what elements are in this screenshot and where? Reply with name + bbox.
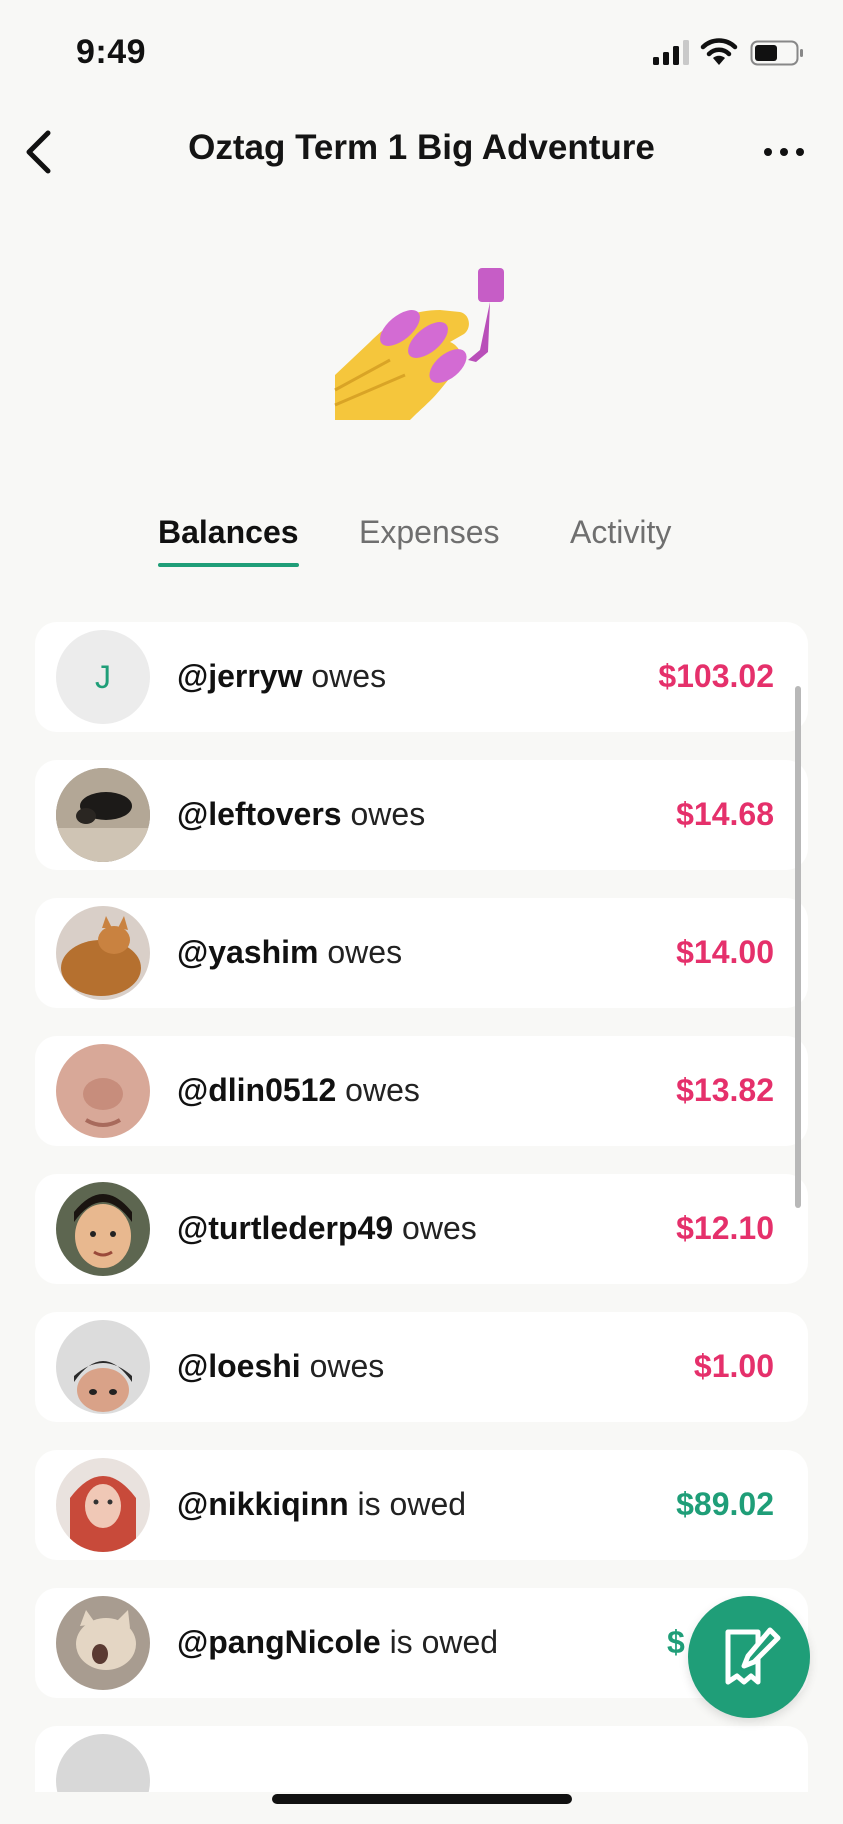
nav-bar: Oztag Term 1 Big Adventure <box>0 110 843 190</box>
balance-description: @nikkiqinn is owed <box>177 1486 466 1523</box>
balances-list[interactable]: J @jerryw owes $103.02 @leftovers owes $… <box>35 622 808 1792</box>
balance-row[interactable] <box>35 1726 808 1792</box>
balance-amount: $1.00 <box>693 1348 774 1384</box>
avatar-photo <box>56 1596 150 1690</box>
add-expense-button[interactable] <box>688 1596 810 1718</box>
tab-bar: Balances Expenses Activity <box>0 510 843 580</box>
cellular-signal-icon <box>653 40 689 65</box>
balance-verb: is owed <box>357 1486 467 1522</box>
avatar <box>56 768 150 862</box>
status-bar: 9:49 <box>0 0 843 110</box>
balance-description: @jerryw owes <box>177 658 386 695</box>
avatar-photo <box>56 1320 150 1414</box>
balance-description: @leftovers owes <box>177 796 425 833</box>
balance-row[interactable]: @loeshi owes $1.00 <box>35 1312 808 1422</box>
avatar-photo <box>56 768 150 862</box>
balance-row[interactable]: @nikkiqinn is owed $89.02 <box>35 1450 808 1560</box>
balance-verb: owes <box>309 1348 385 1384</box>
avatar <box>56 1182 150 1276</box>
avatar: J <box>56 630 150 724</box>
balance-amount: $14.00 <box>676 934 774 970</box>
wifi-icon <box>700 38 738 65</box>
username: @jerryw <box>177 658 303 694</box>
balance-description: @dlin0512 owes <box>177 1072 420 1109</box>
home-indicator[interactable] <box>272 1794 572 1804</box>
more-icon-dot <box>796 148 804 156</box>
balance-verb: owes <box>311 658 387 694</box>
tab-balances[interactable]: Balances <box>158 514 299 567</box>
balance-row[interactable]: @dlin0512 owes $13.82 <box>35 1036 808 1146</box>
tab-label: Balances <box>158 514 299 550</box>
more-icon-dot <box>780 148 788 156</box>
balance-verb: owes <box>345 1072 420 1108</box>
battery-icon <box>750 40 803 66</box>
tab-activity[interactable]: Activity <box>570 514 671 551</box>
tab-label: Activity <box>570 514 672 550</box>
balance-amount: $89.02 <box>676 1486 774 1522</box>
avatar <box>56 906 150 1000</box>
balance-row[interactable]: @yashim owes $14.00 <box>35 898 808 1008</box>
avatar <box>56 1044 150 1138</box>
status-time: 9:49 <box>76 33 147 71</box>
balance-description: @turtlederp49 owes <box>177 1210 477 1247</box>
username: @leftovers <box>177 796 342 832</box>
balance-amount: $ <box>667 1624 685 1660</box>
username: @dlin0512 <box>177 1072 337 1108</box>
active-tab-indicator <box>158 563 299 567</box>
balance-row[interactable]: @turtlederp49 owes $12.10 <box>35 1174 808 1284</box>
balance-amount: $103.02 <box>658 658 774 694</box>
avatar-photo <box>56 906 150 1000</box>
balance-description: @pangNicole is owed <box>177 1624 498 1661</box>
balance-description: @yashim owes <box>177 934 402 971</box>
more-options-button[interactable] <box>756 134 812 170</box>
username: @nikkiqinn <box>177 1486 349 1522</box>
balance-amount: $13.82 <box>676 1072 774 1108</box>
balance-amount: $12.10 <box>676 1210 774 1246</box>
balance-verb: owes <box>350 796 426 832</box>
tab-label: Expenses <box>359 514 500 550</box>
avatar-initial: J <box>95 658 111 695</box>
username: @yashim <box>177 934 319 970</box>
more-icon <box>764 148 772 156</box>
username: @loeshi <box>177 1348 301 1384</box>
avatar-photo <box>56 1044 150 1138</box>
balance-verb: owes <box>402 1210 477 1246</box>
avatar-photo <box>56 1458 150 1552</box>
balance-verb: owes <box>327 934 403 970</box>
avatar <box>56 1734 150 1792</box>
avatar <box>56 1458 150 1552</box>
username: @pangNicole <box>177 1624 381 1660</box>
tab-expenses[interactable]: Expenses <box>359 514 500 551</box>
balance-description: @loeshi owes <box>177 1348 384 1385</box>
avatar <box>56 1320 150 1414</box>
page-title: Oztag Term 1 Big Adventure <box>188 128 655 167</box>
balance-amount: $14.68 <box>676 796 774 832</box>
nail-polish-emoji-icon <box>334 268 504 420</box>
username: @turtlederp49 <box>177 1210 394 1246</box>
avatar <box>56 1596 150 1690</box>
scrollbar[interactable] <box>795 686 801 1208</box>
receipt-edit-icon <box>725 1627 781 1685</box>
avatar-photo <box>56 1182 150 1276</box>
balance-row[interactable]: J @jerryw owes $103.02 <box>35 622 808 732</box>
balance-verb: is owed <box>389 1624 499 1660</box>
balance-row[interactable]: @leftovers owes $14.68 <box>35 760 808 870</box>
